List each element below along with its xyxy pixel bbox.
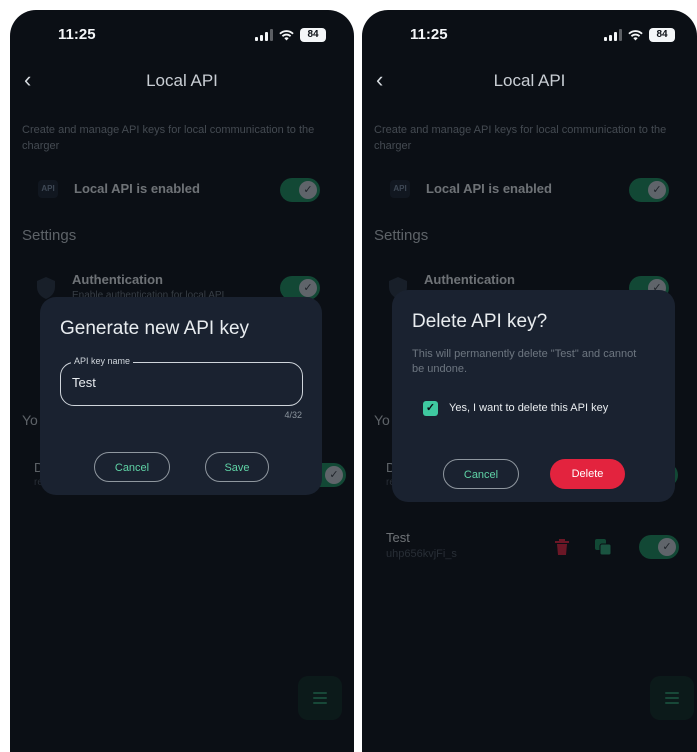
app-header: ‹ Local API (10, 69, 354, 94)
check-icon: ✓ (299, 181, 317, 199)
check-icon: ✓ (648, 181, 666, 199)
cancel-button[interactable]: Cancel (443, 459, 519, 489)
dialog-title: Delete API key? (412, 311, 548, 332)
api-badge-icon: API (390, 180, 410, 198)
confirm-checkbox-label[interactable]: Yes, I want to delete this API key (449, 402, 608, 414)
local-api-row: API Local API is enabled ✓ (38, 178, 320, 202)
phone-screen-delete: 11:25 84 ‹ Local API Create and manage A… (362, 10, 697, 752)
menu-icon (313, 692, 327, 704)
signal-icon (255, 29, 273, 41)
authentication-label: Authentication (424, 272, 515, 287)
api-key-toggle[interactable]: ✓ (639, 535, 679, 559)
battery-icon: 84 (300, 28, 326, 42)
api-key-name-field[interactable]: API key name (60, 356, 303, 406)
status-bar: 11:25 84 (10, 26, 354, 48)
wifi-icon (628, 30, 643, 41)
api-key-row: Test uhp656kvjFi_s ✓ (386, 530, 679, 566)
menu-icon (665, 692, 679, 704)
delete-api-key-dialog: Delete API key? This will permanently de… (392, 290, 675, 502)
status-bar: 11:25 84 (362, 26, 697, 48)
field-label: API key name (71, 356, 134, 366)
your-keys-heading: Yo (22, 412, 38, 428)
api-key-name: Test (386, 530, 410, 545)
local-api-row: API Local API is enabled ✓ (390, 178, 669, 202)
local-api-label: Local API is enabled (74, 181, 200, 196)
authentication-label: Authentication (72, 272, 163, 287)
page-description: Create and manage API keys for local com… (374, 124, 667, 152)
api-key-value: uhp656kvjFi_s (386, 548, 457, 560)
page-description: Create and manage API keys for local com… (22, 124, 315, 152)
trash-icon[interactable] (554, 538, 570, 556)
local-api-toggle[interactable]: ✓ (280, 178, 320, 202)
battery-icon: 84 (649, 28, 675, 42)
wifi-icon (279, 30, 294, 41)
api-badge-icon: API (38, 180, 58, 198)
local-api-toggle[interactable]: ✓ (629, 178, 669, 202)
check-icon: ✓ (325, 466, 343, 484)
signal-icon (604, 29, 622, 41)
dialog-message: This will permanently delete "Test" and … (412, 348, 637, 375)
menu-button[interactable] (298, 676, 342, 720)
api-key-name-input[interactable] (72, 375, 282, 390)
local-api-label: Local API is enabled (426, 181, 552, 196)
check-icon: ✓ (299, 279, 317, 297)
delete-button[interactable]: Delete (550, 459, 625, 489)
phone-screen-generate: 11:25 84 ‹ Local API Create and manage A… (10, 10, 354, 752)
generate-api-key-dialog: Generate new API key API key name 4/32 C… (40, 297, 322, 495)
dialog-title: Generate new API key (60, 318, 250, 339)
page-title: Local API (146, 71, 218, 90)
menu-button[interactable] (650, 676, 694, 720)
character-counter: 4/32 (284, 410, 302, 420)
status-time: 11:25 (410, 26, 448, 43)
save-button[interactable]: Save (205, 452, 269, 482)
app-header: ‹ Local API (362, 69, 697, 94)
check-icon: ✓ (658, 538, 676, 556)
status-time: 11:25 (58, 26, 96, 43)
settings-heading: Settings (22, 227, 77, 244)
copy-icon[interactable] (594, 538, 612, 556)
your-keys-heading: Yo (374, 412, 390, 428)
page-title: Local API (493, 71, 566, 90)
settings-heading: Settings (374, 227, 429, 244)
confirm-checkbox[interactable]: ✓ (423, 401, 438, 416)
cancel-button[interactable]: Cancel (94, 452, 170, 482)
